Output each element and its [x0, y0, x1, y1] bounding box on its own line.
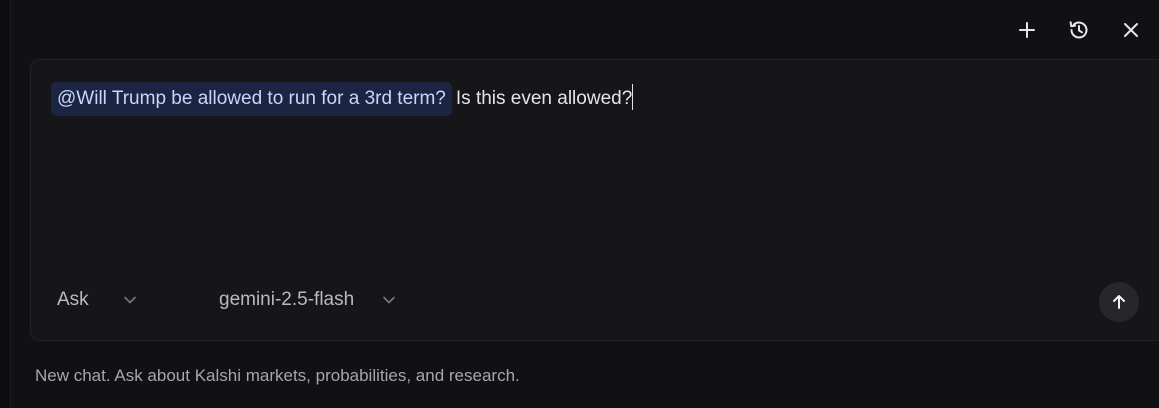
header-actions: [1007, 14, 1151, 46]
history-button[interactable]: [1059, 14, 1099, 46]
prompt-input[interactable]: @Will Trump be allowed to run for a 3rd …: [51, 82, 634, 116]
chevron-down-icon: [383, 296, 395, 304]
send-button[interactable]: [1099, 282, 1139, 322]
composer-controls: Ask gemini-2.5-flash: [31, 282, 1159, 322]
empty-state-hint: New chat. Ask about Kalshi markets, prob…: [35, 366, 520, 385]
chevron-down-icon: [123, 296, 136, 304]
chat-panel: @Will Trump be allowed to run for a 3rd …: [0, 0, 1159, 408]
market-mention-chip[interactable]: @Will Trump be allowed to run for a 3rd …: [51, 82, 452, 116]
model-select-value: gemini-2.5-flash: [219, 289, 355, 310]
new-chat-button[interactable]: [1007, 14, 1047, 46]
mode-select[interactable]: Ask: [57, 282, 137, 318]
text-caret: [632, 84, 634, 110]
close-button[interactable]: [1111, 14, 1151, 46]
close-icon: [1124, 23, 1138, 37]
plus-icon: [1019, 22, 1035, 38]
model-select[interactable]: gemini-2.5-flash: [219, 282, 396, 318]
chat-composer[interactable]: @Will Trump be allowed to run for a 3rd …: [30, 59, 1159, 341]
history-icon: [1069, 21, 1088, 39]
arrow-up-icon: [1113, 295, 1125, 309]
prompt-text: Is this even allowed?: [455, 88, 633, 109]
panel-divider: [0, 0, 11, 408]
mode-select-value: Ask: [57, 289, 89, 310]
